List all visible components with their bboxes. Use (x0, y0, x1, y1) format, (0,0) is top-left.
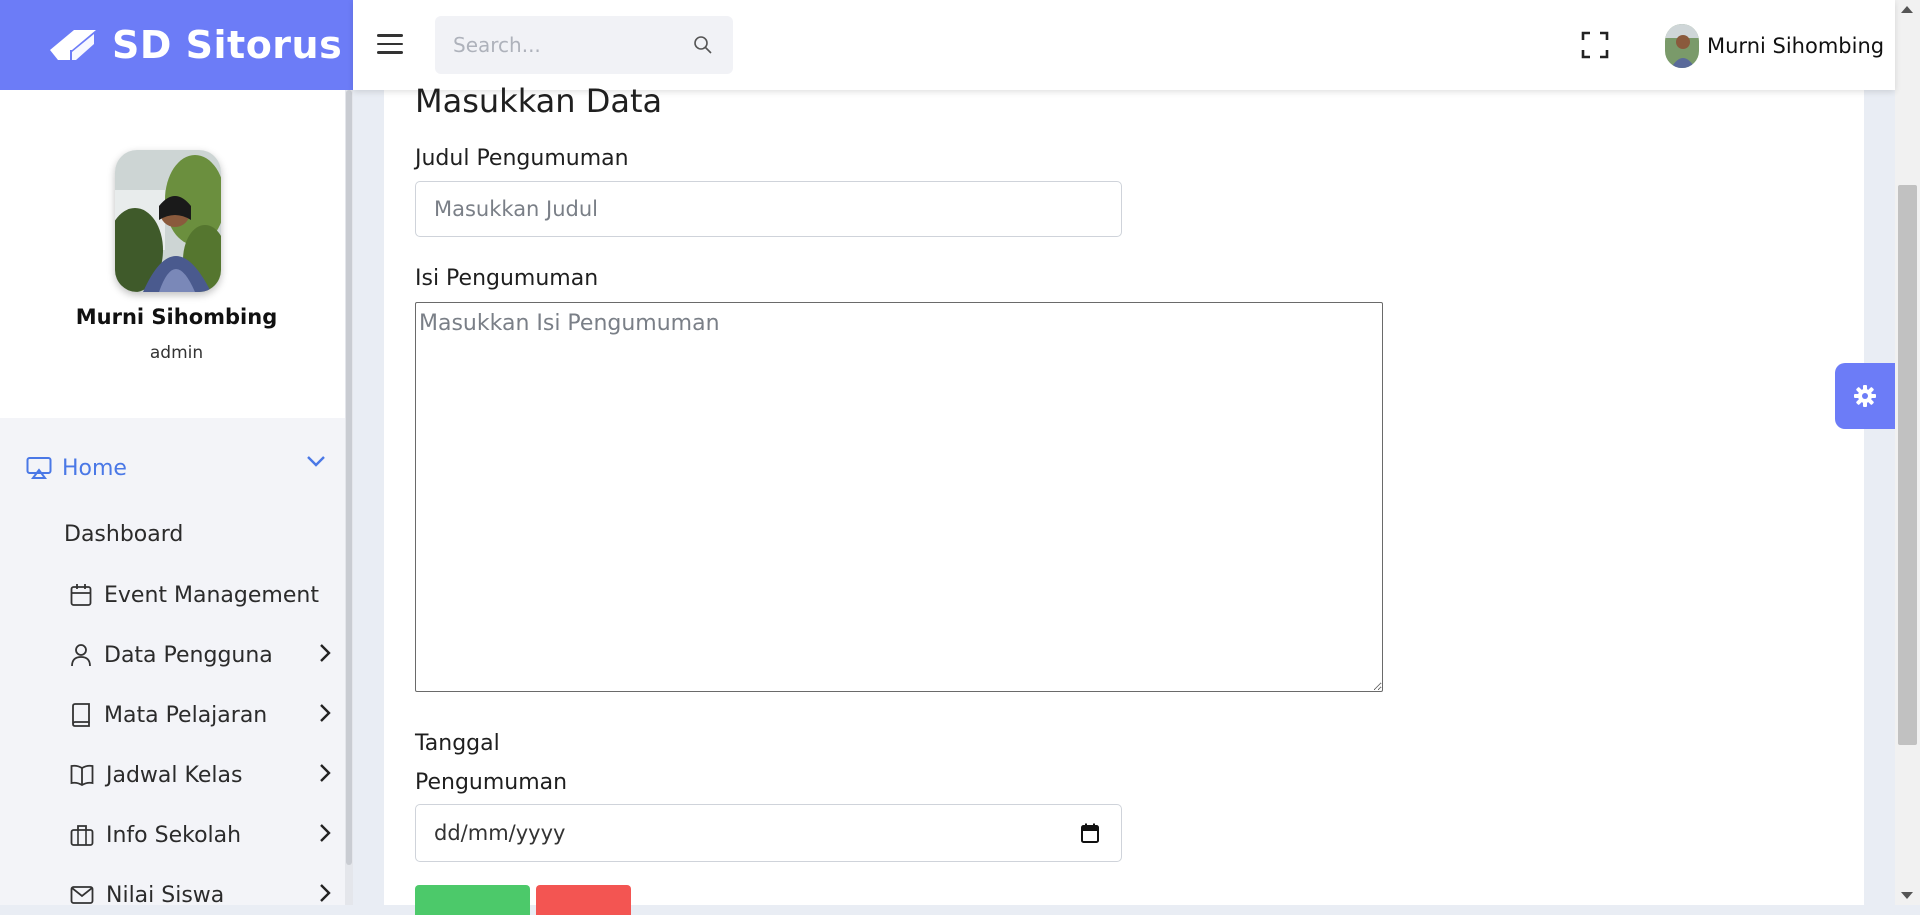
briefcase-icon (70, 825, 94, 846)
isi-textarea[interactable] (415, 302, 1383, 692)
tanggal-label-line1: Tanggal (415, 731, 500, 756)
graduation-cap-icon (50, 30, 96, 60)
submit-button[interactable] (415, 885, 530, 915)
search-input[interactable] (435, 32, 675, 58)
sidebar-item-label: Jadwal Kelas (106, 762, 243, 788)
chevron-right-icon (320, 824, 331, 842)
chevron-right-icon (320, 644, 331, 662)
sidebar-item-event-management[interactable]: Event Management (70, 575, 332, 615)
sidebar-item-dashboard[interactable]: Dashboard (64, 522, 183, 547)
sidebar-scroll-thumb[interactable] (346, 90, 352, 865)
scroll-up-arrow-icon[interactable] (1901, 6, 1913, 13)
profile-role: admin (149, 343, 204, 363)
chevron-right-icon (320, 884, 331, 902)
search-icon[interactable] (693, 35, 713, 55)
avatar (1665, 24, 1699, 68)
chevron-right-icon (320, 764, 331, 782)
sidebar-item-home[interactable]: Home (26, 448, 326, 488)
isi-label: Isi Pengumuman (415, 266, 599, 291)
profile-card: Murni Sihombing admin (0, 90, 345, 418)
sidebar: Murni Sihombing admin Home Dashboard Eve… (0, 90, 345, 908)
chevron-down-icon (307, 456, 325, 467)
sidebar-item-jadwal-kelas[interactable]: Jadwal Kelas (70, 755, 332, 795)
tanggal-label-line2: Pengumuman (415, 770, 568, 795)
sidebar-item-nilai-siswa[interactable]: Nilai Siswa (70, 875, 332, 915)
page-scroll-thumb[interactable] (1898, 185, 1917, 745)
brand-name: SD Sitorus (112, 23, 343, 67)
top-header: Murni Sihombing (353, 0, 1895, 90)
scroll-down-arrow-icon[interactable] (1901, 892, 1913, 899)
menu-toggle-icon[interactable] (377, 34, 403, 56)
header-user-name: Murni Sihombing (1707, 34, 1885, 58)
sidebar-item-info-sekolah[interactable]: Info Sekolah (70, 815, 332, 855)
brand-logo[interactable]: SD Sitorus (0, 0, 353, 90)
monitor-icon (26, 457, 52, 479)
calendar-picker-icon[interactable] (1081, 823, 1099, 843)
sidebar-scrollbar[interactable] (345, 90, 353, 905)
judul-label: Judul Pengumuman (415, 146, 629, 171)
search-box (435, 16, 733, 74)
sidebar-item-mata-pelajaran[interactable]: Mata Pelajaran (70, 695, 332, 735)
settings-button[interactable] (1835, 363, 1895, 429)
user-icon (71, 644, 91, 667)
page-scrollbar[interactable] (1895, 0, 1920, 905)
date-value: dd/mm/yyyy (434, 821, 566, 845)
user-menu[interactable]: Murni Sihombing (1665, 24, 1884, 68)
sidebar-item-label: Nilai Siswa (106, 882, 225, 908)
fullscreen-icon[interactable] (1581, 31, 1609, 59)
chevron-right-icon (320, 704, 331, 722)
tanggal-date-input[interactable]: dd/mm/yyyy (415, 804, 1122, 862)
profile-name: Murni Sihombing (75, 305, 278, 329)
open-book-icon (70, 764, 94, 786)
sidebar-item-label: Event Management (104, 582, 319, 608)
sidebar-item-label: Data Pengguna (104, 642, 273, 668)
mail-icon (70, 886, 94, 904)
gear-icon (1854, 385, 1876, 407)
judul-input[interactable] (415, 181, 1122, 237)
book-icon (72, 703, 90, 727)
cancel-button[interactable] (536, 885, 631, 915)
sidebar-item-data-pengguna[interactable]: Data Pengguna (70, 635, 332, 675)
page-title: Masukkan Data (415, 82, 663, 120)
profile-avatar (115, 150, 221, 292)
calendar-icon (70, 584, 92, 606)
sidebar-item-label: Home (62, 455, 127, 481)
sidebar-item-label: Mata Pelajaran (104, 702, 268, 728)
sidebar-item-label: Info Sekolah (106, 822, 242, 848)
